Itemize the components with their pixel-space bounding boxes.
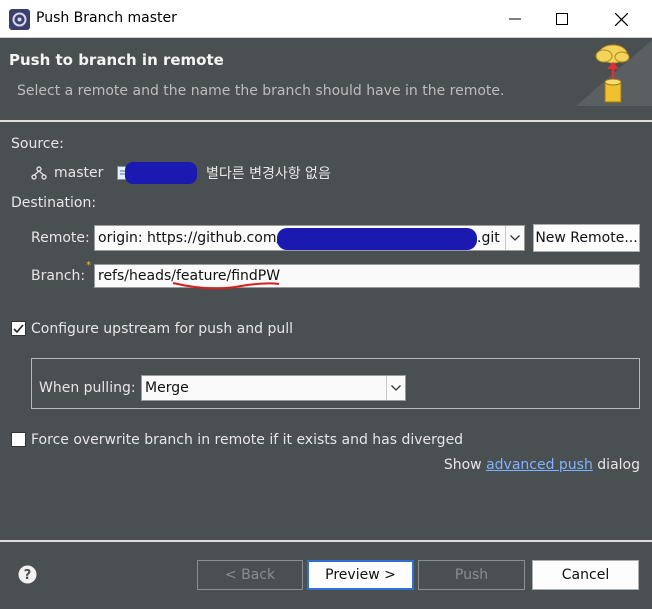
header-description: Select a remote and the name the branch … (17, 83, 505, 99)
maximize-button[interactable] (539, 0, 585, 38)
header-title: Push to branch in remote (9, 51, 224, 69)
chevron-down-icon (391, 385, 401, 391)
advanced-push-link[interactable]: advanced push (486, 457, 593, 473)
branch-label: Branch: (31, 268, 86, 284)
remote-select[interactable]: origin: https://github.com/ .git (94, 225, 525, 251)
dialog-header: Push to branch in remote Select a remote… (0, 38, 652, 120)
header-separator (0, 120, 652, 122)
cloud-upload-icon (576, 40, 652, 106)
cancel-button[interactable]: Cancel (532, 560, 639, 590)
configure-upstream-label: Configure upstream for push and pull (31, 321, 293, 337)
force-overwrite-checkbox[interactable] (11, 432, 26, 447)
force-overwrite-label: Force overwrite branch in remote if it e… (31, 432, 464, 448)
help-icon[interactable]: ? (18, 565, 37, 584)
when-pulling-dropdown-button[interactable] (386, 376, 405, 400)
advanced-push-line: Show advanced push dialog (444, 457, 640, 473)
remote-url-suffix: .git (477, 230, 500, 246)
chevron-down-icon (510, 235, 520, 241)
destination-label: Destination: (11, 195, 97, 211)
maximize-icon (556, 13, 568, 25)
eclipse-app-icon (9, 9, 30, 30)
title-bar: Push Branch master (0, 0, 652, 38)
advanced-suffix: dialog (592, 457, 640, 473)
remote-label: Remote: (31, 230, 90, 246)
configure-upstream-checkbox[interactable] (11, 321, 26, 336)
remote-url-prefix: origin: https://github.com/ (98, 230, 282, 246)
checkmark-icon (13, 324, 24, 334)
branch-icon (31, 166, 47, 180)
window-title: Push Branch master (36, 10, 177, 26)
redacted-repo-path (277, 228, 477, 250)
source-branch: master (54, 165, 104, 181)
when-pulling-select[interactable]: Merge (141, 375, 406, 401)
redacted-commit-id (125, 162, 197, 184)
close-icon (614, 12, 628, 26)
back-button[interactable]: < Back (197, 560, 303, 590)
advanced-prefix: Show (443, 457, 487, 473)
content-assist-marker: * (86, 260, 91, 271)
minimize-icon (509, 18, 521, 20)
commit-message: 별다른 변경사항 없음 (206, 166, 331, 182)
preview-button[interactable]: Preview > (307, 560, 414, 590)
when-pulling-group: When pulling: Merge (31, 358, 640, 409)
footer-separator (0, 540, 652, 542)
when-pulling-label: When pulling: (39, 380, 136, 396)
new-remote-button[interactable]: New Remote... (533, 224, 640, 252)
remote-dropdown-button[interactable] (505, 226, 524, 250)
red-underline-annotation (172, 282, 280, 290)
source-label: Source: (11, 136, 64, 152)
push-button[interactable]: Push (418, 560, 525, 590)
svg-text:?: ? (24, 568, 32, 583)
when-pulling-value: Merge (145, 380, 189, 396)
minimize-button[interactable] (492, 0, 538, 38)
close-button[interactable] (598, 0, 644, 38)
